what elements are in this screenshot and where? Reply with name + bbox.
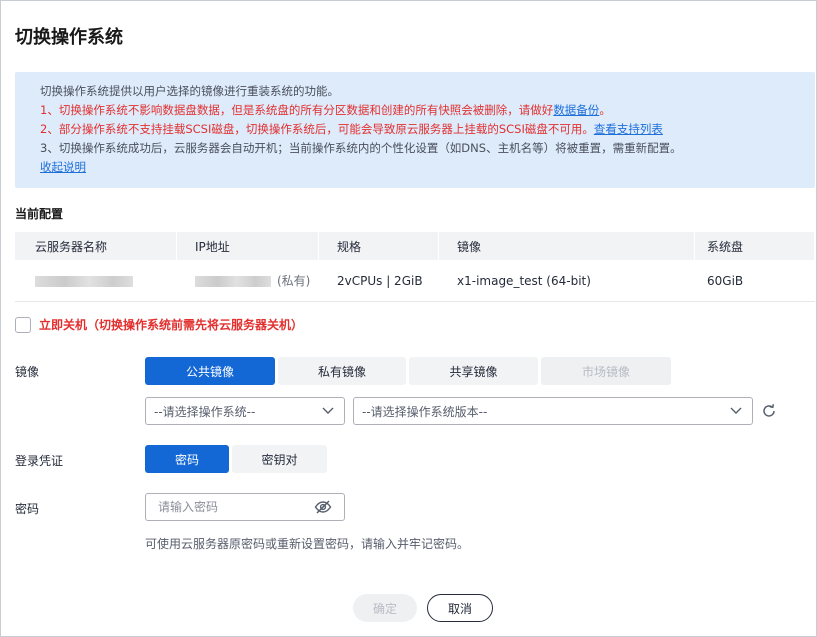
shutdown-checkbox[interactable]: [15, 316, 31, 333]
switch-os-dialog: 切换操作系统 切换操作系统提供以用户选择的镜像进行重装系统的功能。 1、切换操作…: [0, 0, 817, 637]
info-notice: 切换操作系统提供以用户选择的镜像进行重装系统的功能。 1、切换操作系统不影响数据…: [15, 72, 815, 188]
tab-market-image: 市场镜像: [541, 357, 671, 385]
server-name-cell: [15, 274, 177, 288]
chevron-down-icon: [322, 407, 334, 414]
collapse-notice-link[interactable]: 收起说明: [40, 160, 86, 174]
ip-cell: (私有): [177, 272, 319, 289]
credential-label: 登录凭证: [15, 454, 64, 468]
chevron-down-icon: [730, 407, 742, 414]
ip-private-tag: (私有): [277, 274, 311, 288]
eye-off-icon[interactable]: [314, 499, 332, 515]
credential-option-keypair[interactable]: 密钥对: [232, 445, 327, 473]
password-label: 密码: [15, 502, 40, 516]
os-version-select[interactable]: --请选择操作系统版本--: [353, 397, 753, 425]
cancel-button[interactable]: 取消: [427, 594, 493, 622]
credential-option-password[interactable]: 密码: [145, 445, 229, 473]
notice-item-3: 3、切换操作系统成功后，云服务器会自动开机；当前操作系统内的个性化设置（如DNS…: [40, 141, 682, 155]
confirm-button[interactable]: 确定: [353, 594, 417, 622]
column-header-disk: 系统盘: [695, 232, 815, 260]
tab-private-image[interactable]: 私有镜像: [278, 357, 406, 385]
os-select[interactable]: --请选择操作系统--: [145, 397, 345, 425]
column-header-image: 镜像: [439, 232, 695, 260]
password-hint: 可使用云服务器原密码或重新设置密码，请输入并牢记密码。: [145, 537, 470, 551]
redacted-ip: [195, 276, 271, 287]
credential-options: 密码 密钥对: [145, 445, 327, 473]
image-label: 镜像: [15, 365, 40, 379]
column-header-flavor: 规格: [319, 232, 439, 260]
disk-cell: 60GiB: [707, 273, 744, 288]
os-version-select-placeholder: --请选择操作系统版本--: [362, 404, 488, 419]
shutdown-label: 立即关机（切换操作系统前需先将云服务器关机）: [39, 318, 304, 332]
table-row: (私有) 2vCPUs | 2GiB x1-image_test (64-bit…: [15, 260, 815, 302]
column-header-name: 云服务器名称: [15, 232, 177, 260]
table-header: 云服务器名称 IP地址 规格 镜像 系统盘: [15, 232, 815, 260]
tab-shared-image[interactable]: 共享镜像: [409, 357, 538, 385]
current-config-label: 当前配置: [15, 207, 64, 221]
shutdown-option[interactable]: 立即关机（切换操作系统前需先将云服务器关机）: [15, 316, 303, 333]
flavor-cell: 2vCPUs | 2GiB: [337, 273, 423, 288]
os-select-placeholder: --请选择操作系统--: [154, 404, 256, 419]
data-backup-link[interactable]: 数据备份: [553, 103, 599, 117]
current-config-table: 云服务器名称 IP地址 规格 镜像 系统盘 (私有) 2vCPUs | 2GiB…: [15, 232, 815, 302]
notice-item-2: 2、部分操作系统不支持挂载SCSI磁盘，切换操作系统后，可能会导致原云服务器上挂…: [40, 122, 663, 136]
column-header-ip: IP地址: [177, 232, 319, 260]
tab-public-image[interactable]: 公共镜像: [145, 357, 275, 385]
redacted-server-name: [35, 275, 133, 287]
image-type-tabs: 公共镜像 私有镜像 共享镜像 市场镜像: [145, 357, 671, 385]
support-list-link[interactable]: 查看支持列表: [594, 122, 663, 136]
dialog-title: 切换操作系统: [15, 27, 123, 48]
image-cell: x1-image_test (64-bit): [457, 273, 591, 288]
refresh-icon[interactable]: [761, 403, 777, 419]
notice-intro: 切换操作系统提供以用户选择的镜像进行重装系统的功能。: [40, 84, 339, 98]
notice-item-1: 1、切换操作系统不影响数据盘数据，但是系统盘的所有分区数据和创建的所有快照会被删…: [40, 103, 611, 117]
